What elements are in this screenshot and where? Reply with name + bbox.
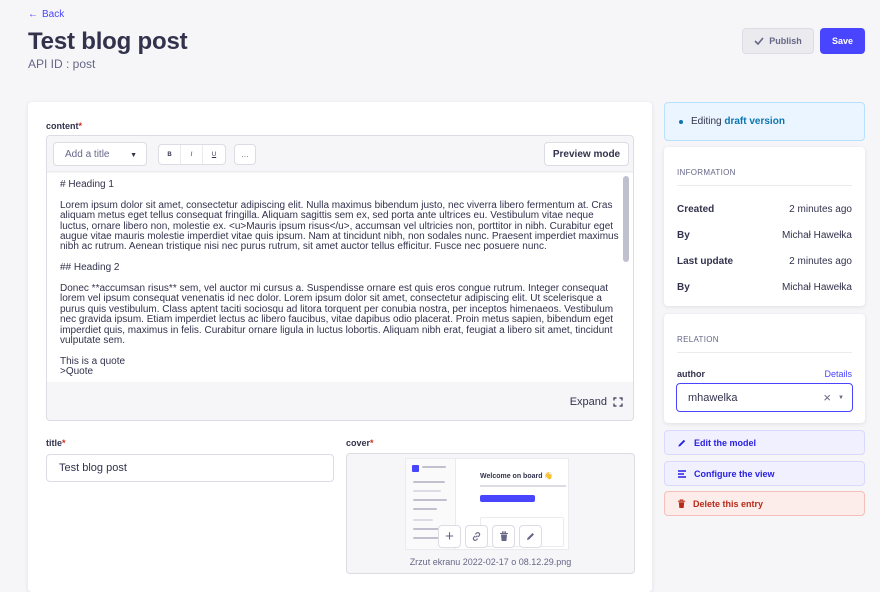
save-button[interactable]: Save [820, 28, 865, 54]
thumbnail-line [422, 466, 446, 468]
editor-scrollbar[interactable] [623, 176, 629, 376]
caret-down-icon[interactable]: ▼ [838, 395, 844, 401]
delete-media-button[interactable] [492, 525, 515, 548]
trash-icon [677, 498, 686, 508]
heading-select[interactable]: Add a title ▼ [53, 142, 147, 166]
expand-label: Expand [569, 396, 607, 408]
delete-entry-button[interactable]: Delete this entry [664, 491, 865, 516]
info-row-last-update: Last update 2 minutes ago [677, 256, 852, 267]
info-row-updated-by: By Michał Hawełka [677, 282, 852, 293]
info-value: Michał Hawełka [781, 282, 852, 293]
editor-text-area[interactable]: # Heading 1 Lorem ipsum dolor sit amet, … [47, 173, 633, 382]
cover-actions: + [438, 525, 542, 548]
cover-label-text: cover [346, 438, 371, 448]
thumbnail-line [413, 490, 441, 492]
title-label: title* [46, 438, 66, 448]
scrollbar-thumb[interactable] [623, 176, 629, 262]
required-mark: * [370, 438, 374, 448]
cover-media-field[interactable]: Welcome on board 👋 + Zrzut ekranu 2022-0… [346, 453, 635, 574]
plus-icon: + [445, 528, 454, 545]
link-icon [472, 532, 481, 541]
info-label: Created [677, 204, 715, 215]
info-label: By [677, 230, 690, 241]
info-value: 2 minutes ago [789, 204, 852, 215]
draft-notice: Editing draft version [664, 102, 865, 141]
draft-notice-text: Editing draft version [691, 116, 785, 127]
title-input[interactable]: Test blog post [46, 454, 334, 482]
delete-entry-label: Delete this entry [693, 498, 764, 509]
api-id: API ID : post [28, 57, 96, 71]
expand-icon [613, 397, 623, 407]
thumbnail-line [413, 519, 433, 521]
title-label-text: title [46, 438, 63, 448]
thumbnail-logo [412, 465, 419, 472]
check-icon [754, 37, 764, 45]
author-value: mhawelka [688, 391, 738, 404]
more-button[interactable]: … [234, 144, 256, 165]
relation-heading: RELATION [677, 335, 719, 344]
author-select[interactable]: mhawelka × ▼ [676, 383, 853, 412]
markdown-editor: Add a title ▼ B I U … Preview mode # Hea… [46, 135, 634, 421]
caret-down-icon: ▼ [130, 152, 137, 159]
pencil-icon [678, 439, 686, 447]
content-label: content* [46, 121, 82, 131]
clear-icon[interactable]: × [823, 390, 831, 405]
required-mark: * [78, 121, 83, 131]
content-label-text: content [46, 121, 79, 131]
trash-icon [499, 531, 508, 541]
bold-button[interactable]: B [159, 145, 181, 164]
arrow-left-icon: ← [28, 9, 38, 20]
underline-button[interactable]: U [203, 145, 225, 164]
edit-media-button[interactable] [519, 525, 542, 548]
back-link[interactable]: ← Back [28, 9, 64, 20]
thumbnail-subtext [480, 485, 566, 487]
info-value: 2 minutes ago [789, 256, 852, 267]
preview-mode-button[interactable]: Preview mode [544, 142, 629, 166]
configure-view-label: Configure the view [694, 468, 775, 479]
editor-content: # Heading 1 Lorem ipsum dolor sit amet, … [60, 179, 619, 378]
draft-prefix: Editing [691, 116, 722, 127]
editor-toolbar: Add a title ▼ B I U … Preview mode [47, 136, 633, 172]
thumbnail-line [413, 481, 445, 483]
heading-select-value: Add a title [65, 148, 110, 160]
publish-label: Publish [769, 36, 802, 46]
add-media-button[interactable]: + [438, 525, 461, 548]
back-label: Back [42, 9, 65, 20]
cover-filename: Zrzut ekranu 2022-02-17 o 08.12.29.png [409, 557, 572, 567]
required-mark: * [62, 438, 66, 448]
info-row-created-by: By Michał Hawełka [677, 230, 852, 241]
configure-view-button[interactable]: Configure the view [664, 461, 865, 486]
page-title: Test blog post [28, 28, 188, 55]
info-value: Michał Hawełka [781, 230, 852, 241]
thumbnail-button [480, 495, 535, 502]
info-label: Last update [677, 256, 734, 267]
thumbnail-heading: Welcome on board 👋 [480, 473, 554, 480]
information-heading: INFORMATION [677, 168, 736, 177]
info-row-created: Created 2 minutes ago [677, 204, 852, 215]
bullet-icon [679, 119, 683, 124]
author-label: author [677, 369, 705, 379]
info-label: By [677, 282, 690, 293]
thumbnail-line [413, 528, 439, 530]
divider [677, 352, 852, 353]
pencil-icon [527, 533, 534, 540]
divider [677, 185, 852, 186]
publish-button[interactable]: Publish [742, 28, 814, 54]
edit-model-label: Edit the model [694, 437, 757, 448]
details-link[interactable]: Details [824, 369, 852, 379]
copy-link-button[interactable] [465, 525, 488, 548]
italic-button[interactable]: I [181, 145, 203, 164]
expand-button[interactable]: Expand [570, 396, 623, 408]
draft-emphasis: draft version [724, 116, 785, 127]
list-icon [678, 469, 686, 478]
format-group: B I U [158, 144, 226, 165]
edit-model-button[interactable]: Edit the model [664, 430, 865, 455]
thumbnail-line [413, 499, 447, 501]
thumbnail-line [413, 508, 437, 510]
information-card: INFORMATION Created 2 minutes ago By Mic… [664, 147, 865, 306]
cover-label: cover* [346, 438, 374, 448]
